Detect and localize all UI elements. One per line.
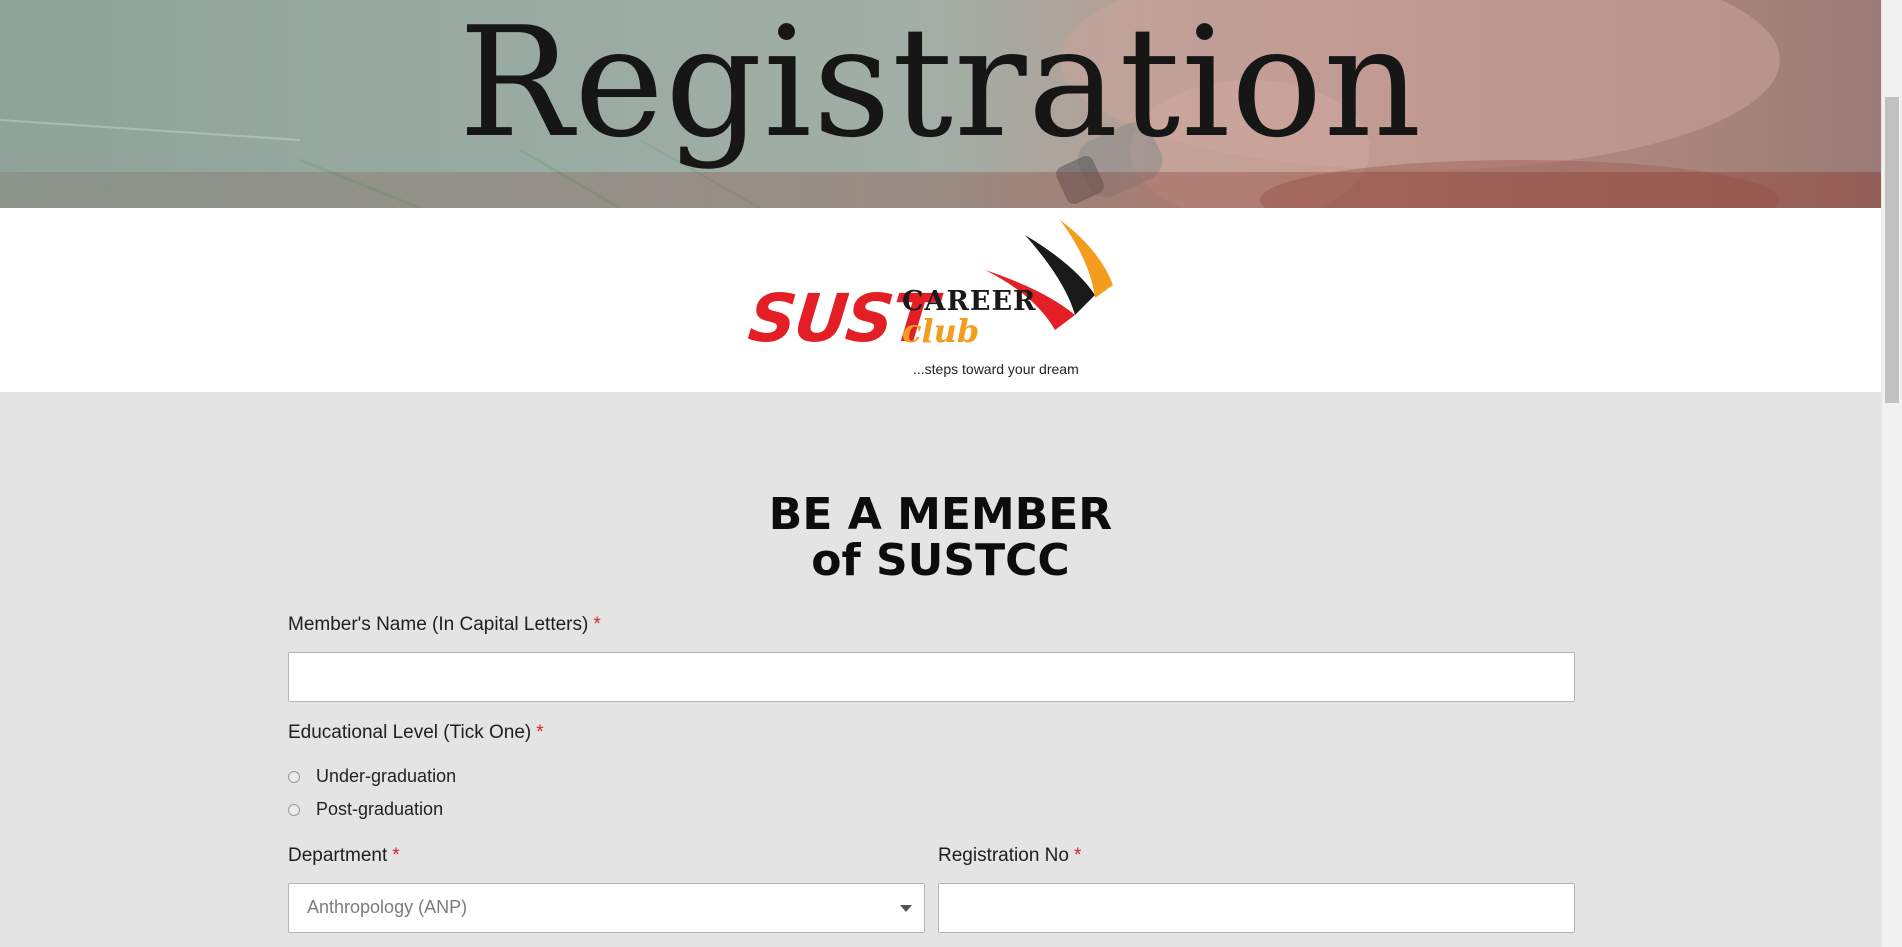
page-scrollbar[interactable] (1881, 0, 1902, 947)
logo-swoosh-icon (985, 220, 1113, 330)
hero-banner: Registration (0, 0, 1881, 208)
scrollbar-thumb[interactable] (1885, 97, 1899, 403)
radio-button[interactable] (288, 770, 300, 783)
hero-shade (0, 172, 1881, 208)
educational-level-label: Educational Level (Tick One) * (288, 722, 544, 744)
educational-level-label-text: Educational Level (Tick One) (288, 722, 532, 743)
required-mark: * (593, 614, 601, 635)
form-title-line1: BE A MEMBER (768, 489, 1113, 540)
radio-post-graduation[interactable]: Post-graduation (288, 799, 443, 820)
required-mark: * (536, 722, 544, 743)
page: Registration SUST CAREER club ...steps t… (0, 0, 1881, 947)
form-title-line2: of SUSTCC (811, 535, 1070, 586)
registration-no-label: Registration No * (938, 845, 1081, 867)
member-name-input[interactable] (288, 652, 1575, 702)
registration-no-input[interactable] (938, 883, 1575, 933)
radio-label: Under-graduation (316, 766, 457, 786)
department-selected-value: Anthropology (ANP) (307, 897, 468, 917)
department-label: Department * (288, 845, 400, 867)
radio-label: Post-graduation (316, 799, 444, 819)
chevron-down-icon (900, 905, 912, 912)
radio-under-graduation[interactable]: Under-graduation (288, 766, 456, 787)
required-mark: * (1073, 845, 1082, 866)
member-name-label: Member's Name (In Capital Letters) * (288, 614, 601, 636)
radio-button[interactable] (288, 803, 300, 816)
department-label-text: Department (288, 845, 388, 866)
registration-no-label-text: Registration No (938, 845, 1069, 866)
member-name-label-text: Member's Name (In Capital Letters) (288, 614, 589, 635)
sust-career-club-logo: SUST CAREER club ...steps toward your dr… (745, 220, 1120, 380)
logo-tagline: ...steps toward your dream (913, 361, 1079, 377)
logo-band: SUST CAREER club ...steps toward your dr… (0, 208, 1881, 392)
department-select[interactable]: Anthropology (ANP) (288, 883, 925, 933)
required-mark: * (392, 845, 400, 866)
hero-title: Registration (458, 0, 1423, 171)
form-title: BE A MEMBER of SUSTCC (0, 492, 1881, 584)
logo-club-text: club (902, 312, 980, 350)
